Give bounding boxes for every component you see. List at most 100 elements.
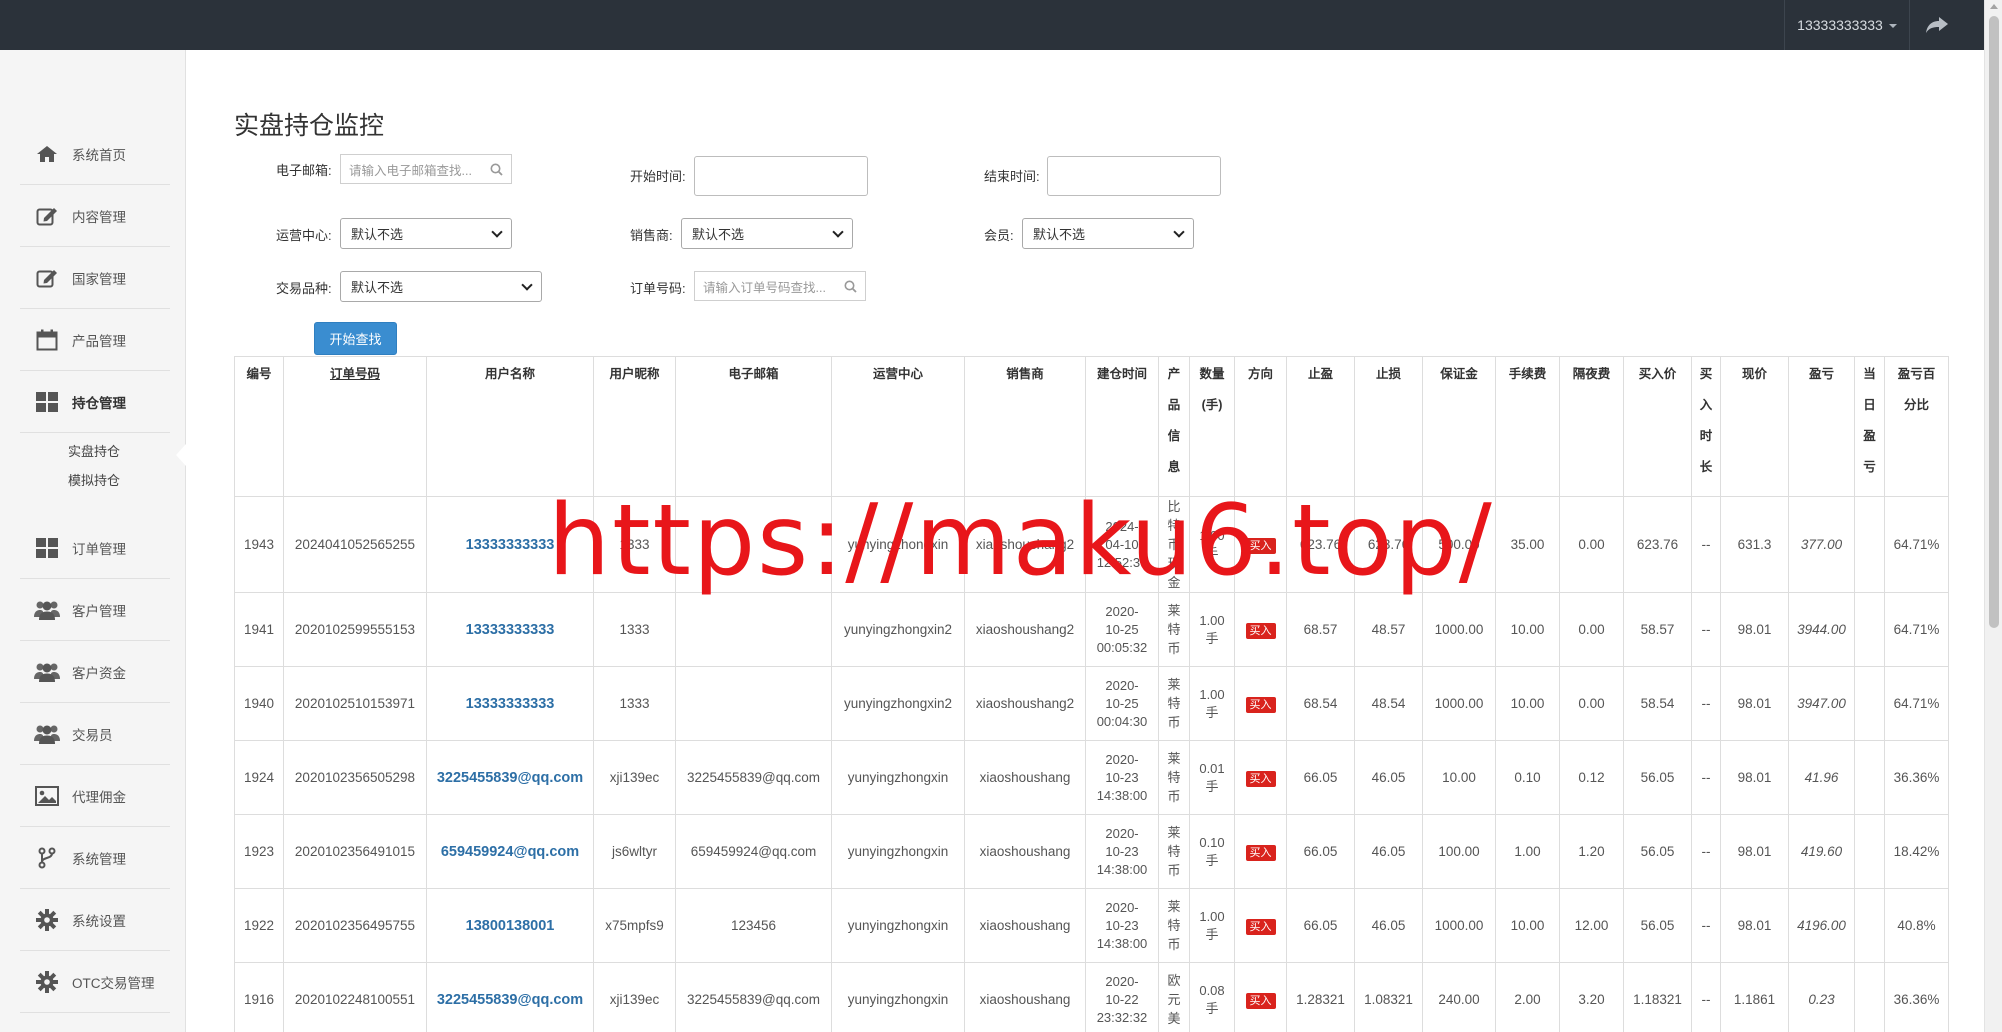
column-header[interactable]: 订单号码	[283, 356, 427, 497]
table-row[interactable]: 1941 2020102599555153 13333333333 1333 yunyi…	[234, 592, 1949, 667]
nick-cell: xji139ec	[593, 740, 676, 815]
quantity-cell: 0.08 手	[1189, 962, 1235, 1032]
ops-cell: yunyingzhongxin	[831, 962, 965, 1032]
table-row[interactable]: 1922 2020102356495755 13800138001 x75mpfs9 1…	[234, 888, 1949, 963]
user-cell[interactable]: 3225455839@qq.com	[426, 962, 594, 1032]
sidebar-subitem[interactable]: 实盘持仓	[68, 441, 120, 460]
quantity-part: 手	[1205, 1000, 1219, 1016]
buy-cell: 58.54	[1623, 666, 1692, 741]
price-cell: 98.01	[1720, 888, 1789, 963]
sidebar-item[interactable]: OTC交易管理	[20, 951, 170, 1013]
page-title: 实盘持仓监控	[234, 112, 385, 140]
table-row[interactable]: 1924 2020102356505298 3225455839@qq.com xji…	[234, 740, 1949, 815]
column-header-label: 方向	[1247, 367, 1273, 381]
tp-cell: 68.57	[1286, 592, 1355, 667]
pct-cell: 18.42%	[1884, 814, 1949, 889]
search-button[interactable]: 开始查找	[314, 322, 397, 355]
scroll-thumb[interactable]	[1989, 16, 1999, 628]
table-row[interactable]: 1916 2020102248100551 3225455839@qq.com xji…	[234, 962, 1949, 1032]
open-time-part: 2020-	[1105, 677, 1139, 693]
sidebar-subitem[interactable]: 模拟持仓	[68, 470, 120, 489]
end-time-input[interactable]	[1047, 156, 1221, 196]
open-time-part: 10-23	[1105, 843, 1139, 859]
search-icon[interactable]	[490, 163, 503, 176]
ops-center-select[interactable]: 默认不选	[340, 218, 512, 249]
scroll-up-icon[interactable]	[1990, 4, 1998, 9]
sales-value: 默认不选	[692, 227, 745, 242]
member-select[interactable]: 默认不选	[1022, 218, 1194, 249]
price-cell: 98.01	[1720, 592, 1789, 667]
table-row[interactable]: 1923 2020102356491015 659459924@qq.com js6w…	[234, 814, 1949, 889]
quantity-part: 1.00	[1199, 612, 1225, 628]
page-scrollbar[interactable]	[1984, 0, 2002, 1032]
dur-cell: --	[1691, 666, 1721, 741]
sidebar-item[interactable]: 订单管理	[20, 517, 170, 579]
sidebar-item-label: 客户资金	[72, 665, 126, 681]
sidebar-item[interactable]: 系统设置	[20, 889, 170, 951]
overnight-cell: 0.00	[1559, 496, 1624, 593]
fee-cell: 0.10	[1495, 740, 1560, 815]
order-search-field[interactable]: 请输入订单号码查找...	[694, 271, 866, 301]
table-header-row: 编号 订单号码 用户名称 用户昵称 电子邮箱 运营中心 销售商 建仓时间 产品信息 数量(手) 方向…	[234, 356, 1949, 497]
users-icon	[34, 722, 60, 746]
pct-cell: 40.8%	[1884, 888, 1949, 963]
open-time-part: 10-25	[1105, 621, 1139, 637]
sidebar-item[interactable]: 代理佣金	[20, 765, 170, 827]
sidebar-item[interactable]: 系统首页	[20, 123, 170, 185]
sidebar-item-label: 客户管理	[72, 603, 126, 619]
column-header: 用户名称	[426, 356, 594, 497]
sidebar-item[interactable]: 系统管理	[20, 827, 170, 889]
product-name: 莱特币	[1167, 899, 1181, 952]
user-cell[interactable]: 659459924@qq.com	[426, 814, 594, 889]
logout-button[interactable]	[1910, 0, 1964, 50]
chevron-down-icon	[1173, 225, 1185, 238]
margin-cell: 10.00	[1422, 740, 1496, 815]
start-time-input[interactable]	[694, 156, 868, 196]
quantity-part: 手	[1205, 778, 1219, 794]
margin-cell: 1000.00	[1422, 666, 1496, 741]
user-cell[interactable]: 13333333333	[426, 592, 594, 667]
quantity-part: 0.01	[1199, 760, 1225, 776]
end-time-label: 结束时间:	[984, 169, 1040, 184]
product-name: 莱特币	[1167, 603, 1181, 656]
branch-icon	[34, 846, 60, 870]
table-row[interactable]: 1940 2020102510153971 13333333333 1333 yunyi…	[234, 666, 1949, 741]
product-cell: 莱特币	[1158, 888, 1190, 963]
open-time-cell: 2020- 10-23 14:38:00	[1085, 814, 1159, 889]
dur-cell: --	[1691, 740, 1721, 815]
sidebar-item[interactable]: 内容管理	[20, 185, 170, 247]
email-label: 电子邮箱:	[276, 163, 332, 178]
id-cell: 1940	[234, 666, 284, 741]
today-cell	[1854, 740, 1885, 815]
direction-badge: 买入	[1245, 992, 1276, 1009]
sidebar-item[interactable]: 国家管理	[20, 247, 170, 309]
sales-select[interactable]: 默认不选	[681, 218, 853, 249]
quantity-part: 0.08	[1199, 982, 1225, 998]
email-search-field[interactable]: 请输入电子邮箱查找...	[340, 154, 512, 184]
search-icon[interactable]	[844, 280, 857, 293]
user-cell[interactable]: 13333333333	[426, 666, 594, 741]
overnight-cell: 3.20	[1559, 962, 1624, 1032]
sidebar-item[interactable]: 产品管理	[20, 309, 170, 371]
quantity-cell: 1.00 手	[1189, 888, 1235, 963]
email-placeholder: 请输入电子邮箱查找...	[349, 163, 472, 178]
user-cell[interactable]: 3225455839@qq.com	[426, 740, 594, 815]
dur-cell: --	[1691, 962, 1721, 1032]
sidebar-item[interactable]: 交易员	[20, 703, 170, 765]
sidebar-item[interactable]: 持仓管理	[20, 371, 170, 433]
quantity-part: 手	[1205, 926, 1219, 942]
product-type-select[interactable]: 默认不选	[340, 271, 542, 302]
column-header: 运营中心	[831, 356, 965, 497]
open-time-part: 00:05:32	[1096, 639, 1148, 655]
sidebar-item[interactable]: 客户管理	[20, 579, 170, 641]
calendar-icon	[34, 328, 60, 352]
column-header-label: 当日盈亏	[1863, 367, 1876, 474]
buy-cell: 1.18321	[1623, 962, 1692, 1032]
member-label: 会员:	[984, 228, 1014, 243]
sidebar-item[interactable]: 客户资金	[20, 641, 170, 703]
user-cell[interactable]: 13800138001	[426, 888, 594, 963]
open-time-part: 14:38:00	[1096, 787, 1148, 803]
user-menu[interactable]: 13333333333	[1784, 0, 1910, 50]
gear-icon	[34, 970, 60, 994]
order-cell: 2024041052565255	[283, 496, 427, 593]
